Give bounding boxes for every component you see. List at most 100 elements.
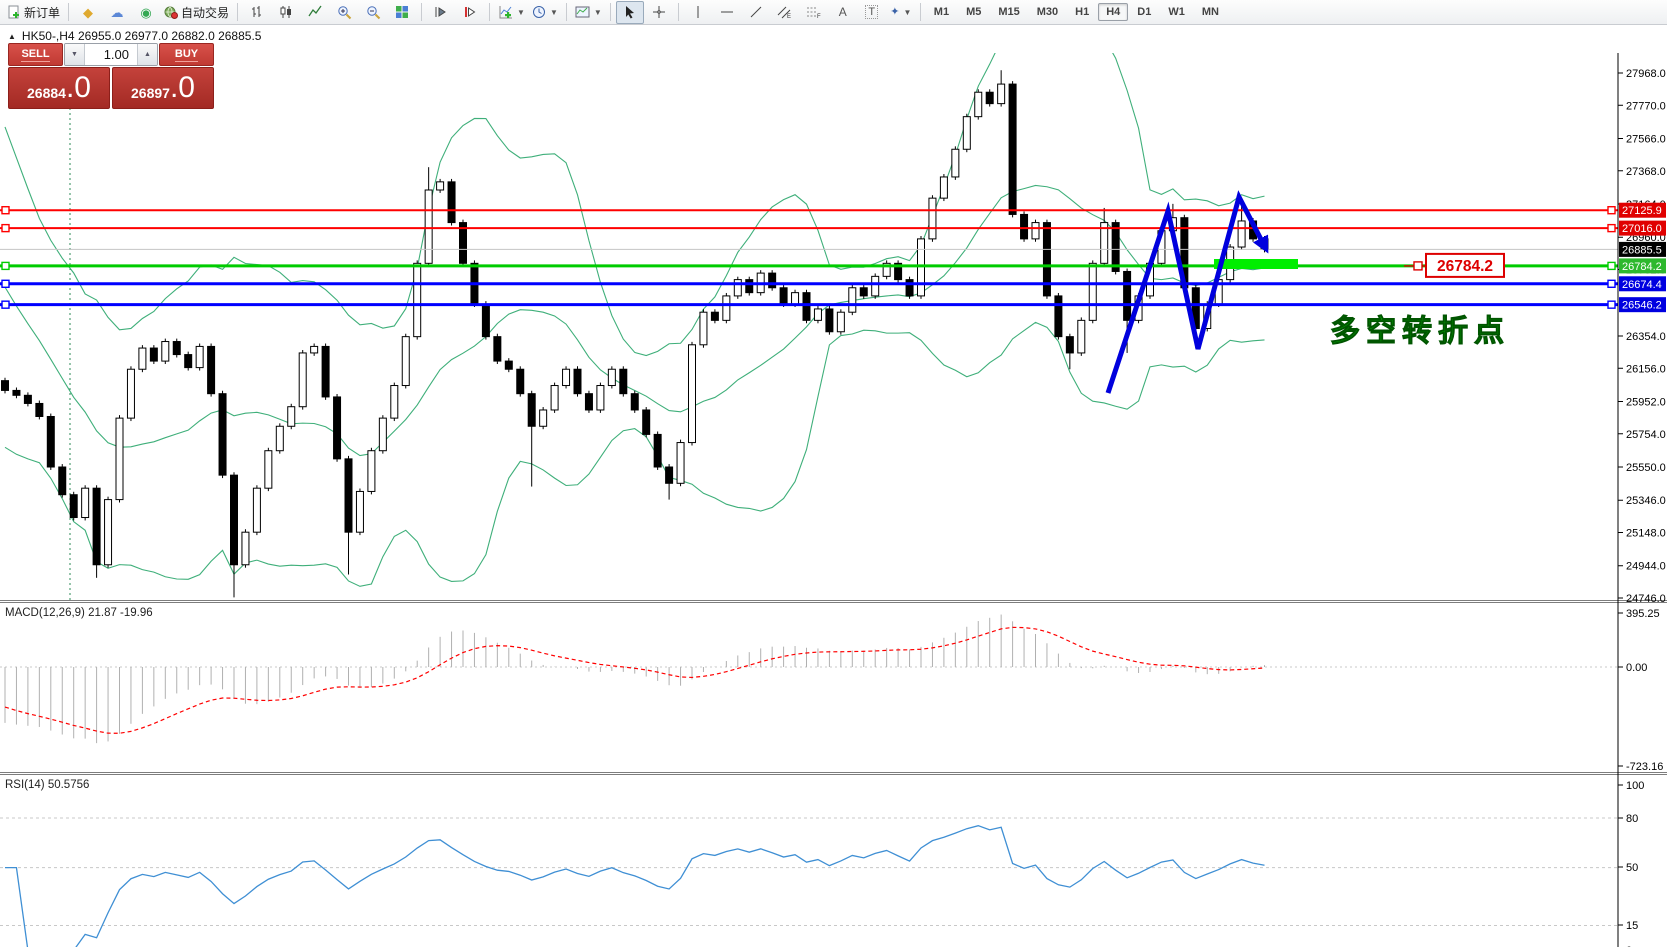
new-order-button[interactable]: 新订单 [4,1,63,24]
candle-body [424,189,433,264]
candle-body [1031,222,1040,240]
svg-text:F: F [817,14,821,19]
highlight-bar-annotation[interactable] [1214,259,1298,269]
trendline-button[interactable] [742,1,770,24]
line-handle[interactable] [1,223,10,233]
line-handle[interactable] [1607,206,1616,215]
candle-body [436,181,445,191]
crosshair-button[interactable] [645,1,673,24]
price-badge-label: 26784.2 [1622,261,1662,273]
price-callout-text: 26784.2 [1437,258,1493,275]
auto-trading-button[interactable]: 自动交易 [161,1,232,24]
line-handle[interactable] [1607,279,1616,288]
candle-body [58,466,67,496]
candle-body [298,352,307,408]
timeframe-h4[interactable]: H4 [1098,3,1129,21]
candle-body [1123,270,1132,321]
timeframe-w1[interactable]: W1 [1160,3,1193,21]
candle-body [768,272,777,289]
candle-body [871,275,880,297]
line-handle[interactable] [1,261,10,271]
price-tick-label: 25952.0 [1626,396,1666,408]
one-click-trading-panel: SELL ▼ 1.00 ▲ BUY 26884.0 26897.0 [8,43,214,109]
candle-body [344,458,353,533]
styler-button[interactable]: ◆ [74,1,102,24]
line-handle[interactable] [1607,261,1616,271]
text-tool-button[interactable]: A [829,1,857,24]
auto-scroll-button[interactable] [427,1,455,24]
zoom-in-button[interactable] [330,1,358,24]
templates-button[interactable]: ▼ [572,1,605,24]
price-chart[interactable]: 多空转折点 26784.2 27968.0 27770.0 27566.0 27368.0… [0,25,1667,947]
line-chart-button[interactable] [301,1,329,24]
candle-body [447,181,456,224]
buy-button[interactable]: BUY [159,43,214,66]
toolbar-separator [237,3,239,21]
candle-body [653,433,662,468]
candle-body [516,368,525,395]
candlestick-chart-icon [280,6,292,18]
line-handle[interactable] [1,300,10,309]
periods-button[interactable]: ▼ [529,1,561,24]
buy-price-box[interactable]: 26897.0 [112,67,214,109]
clock-icon [532,6,545,18]
vertical-line-button[interactable] [684,1,712,24]
price-tick-label: 24746.0 [1626,593,1666,605]
price-badge-label: 26885.5 [1622,244,1662,256]
candle-body [745,279,754,294]
candle-body [1,380,9,391]
timeframe-mn[interactable]: MN [1194,3,1227,21]
volume-value[interactable]: 1.00 [85,44,137,65]
label-tool-button[interactable]: T [858,1,886,24]
chart-ohlc-title: ▲ HK50-,H4 26955.0 26977.0 26882.0 26885… [8,29,261,43]
bar-chart-icon [252,6,262,17]
horizontal-line-button[interactable] [713,1,741,24]
volume-decrease-button[interactable]: ▼ [65,44,85,65]
sell-price-box[interactable]: 26884.0 [8,67,110,109]
trendline-icon [750,6,762,18]
candle-body [378,417,387,452]
timeframe-d1[interactable]: D1 [1129,3,1159,21]
candle-body [1020,213,1029,240]
candle-body [138,347,147,370]
line-handle[interactable] [1607,223,1616,233]
candle-body [825,308,834,333]
line-handle[interactable] [1607,300,1616,309]
cursor-button[interactable] [615,0,644,24]
candle-body [688,344,696,444]
tile-windows-button[interactable] [388,1,416,24]
line-handle[interactable] [1,279,10,288]
zoom-out-button[interactable] [359,1,387,24]
candle-body [12,389,21,396]
indicators-button[interactable]: ▼ [495,1,528,24]
candle-body [550,385,559,411]
timeframe-m5[interactable]: M5 [958,3,989,21]
buy-price-int: 26897 [131,85,170,101]
timeframe-m1[interactable]: M1 [926,3,957,21]
timeframe-m15[interactable]: M15 [990,3,1027,21]
price-tick-label: 27968.0 [1626,68,1666,80]
sell-button[interactable]: SELL [8,43,63,66]
candle-body [836,311,845,333]
collapse-triangle-icon[interactable]: ▲ [8,32,16,41]
chevron-down-icon: ▼ [903,7,912,17]
chart-shift-button[interactable] [456,1,484,24]
community-button[interactable]: ☁ [103,1,131,24]
fibonacci-button[interactable]: F [800,1,828,24]
indicators-icon [499,6,513,19]
signals-button[interactable]: ◉ [132,1,160,24]
volume-increase-button[interactable]: ▲ [137,44,157,65]
line-handle[interactable] [1,206,10,215]
price-tick-label: 27770.0 [1626,100,1666,112]
timeframe-m30[interactable]: M30 [1029,3,1066,21]
turning-point-text[interactable]: 多空转折点 [1330,315,1510,349]
candle-body [905,279,914,297]
callout-handle[interactable] [1413,261,1423,271]
chart-window[interactable]: 多空转折点 26784.2 27968.0 27770.0 27566.0 27368.0… [0,25,1667,947]
candlestick-chart-button[interactable] [272,1,300,24]
bar-chart-button[interactable] [243,1,271,24]
arrows-button[interactable]: ✦ ▼ [887,1,915,24]
cursor-icon [626,6,635,19]
timeframe-h1[interactable]: H1 [1067,3,1097,21]
channel-button[interactable]: E [771,1,799,24]
